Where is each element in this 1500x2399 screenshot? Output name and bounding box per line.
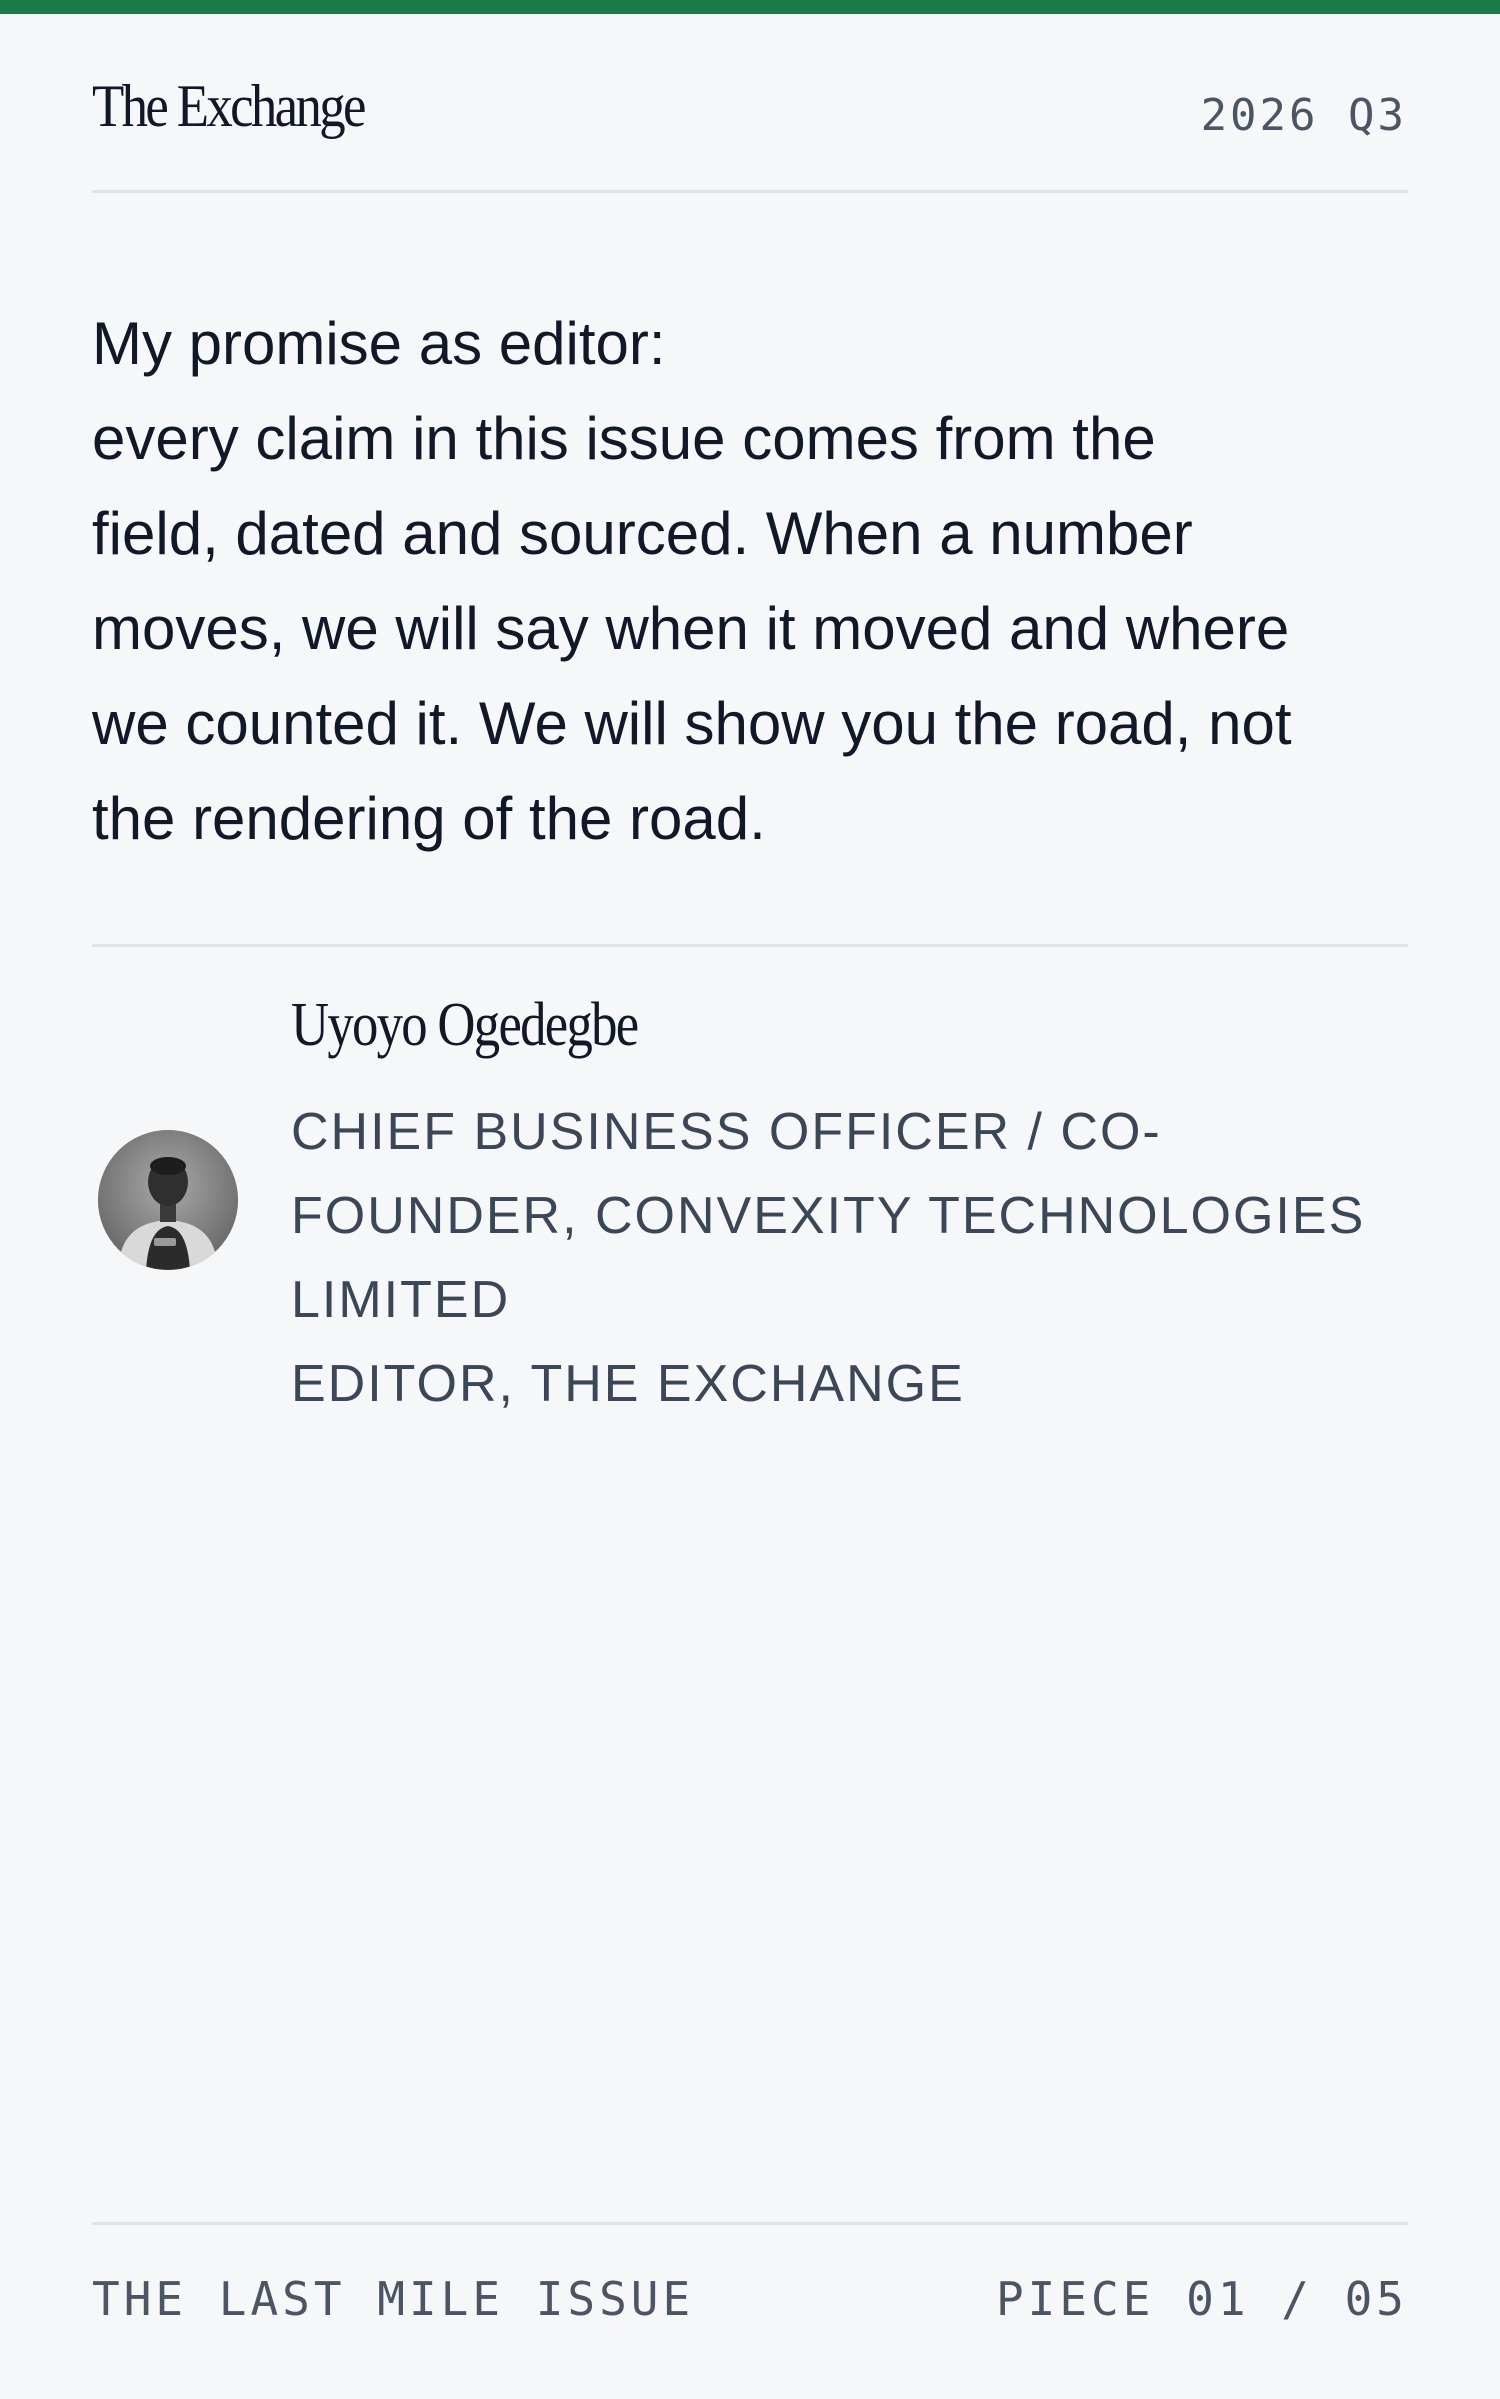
promise-line: the rendering of the road. [92, 785, 766, 852]
role-line: EDITOR, THE EXCHANGE [291, 1355, 965, 1413]
editor-promise: My promise as editor: every claim in thi… [92, 296, 1422, 866]
role-line: FOUNDER, CONVEXITY TECHNOLOGIES [291, 1187, 1366, 1245]
promise-line: moves, we will say when it moved and whe… [92, 595, 1290, 662]
publication-logo: The Exchange [92, 73, 366, 139]
author-name: Uyoyo Ogedegbe [291, 991, 639, 1059]
person-photo-icon [98, 1130, 238, 1270]
role-line: LIMITED [291, 1271, 511, 1329]
promise-line: field, dated and sourced. When a number [92, 500, 1193, 567]
avatar [98, 1130, 238, 1270]
promise-line: every claim in this issue comes from the [92, 405, 1156, 472]
header-divider [92, 190, 1408, 193]
issue-date: 2026 Q3 [1200, 90, 1407, 141]
footer-divider [92, 2222, 1408, 2225]
author-role: CHIEF BUSINESS OFFICER / CO- FOUNDER, CO… [291, 1090, 1421, 1426]
issue-name: THE LAST MILE ISSUE [92, 2272, 695, 2326]
piece-counter: PIECE 01 / 05 [995, 2272, 1408, 2326]
byline-divider [92, 944, 1408, 947]
promise-line: we counted it. We will show you the road… [92, 690, 1292, 757]
promise-line: My promise as editor: [92, 310, 666, 377]
accent-top-bar [0, 0, 1500, 14]
role-line: CHIEF BUSINESS OFFICER / CO- [291, 1103, 1162, 1161]
